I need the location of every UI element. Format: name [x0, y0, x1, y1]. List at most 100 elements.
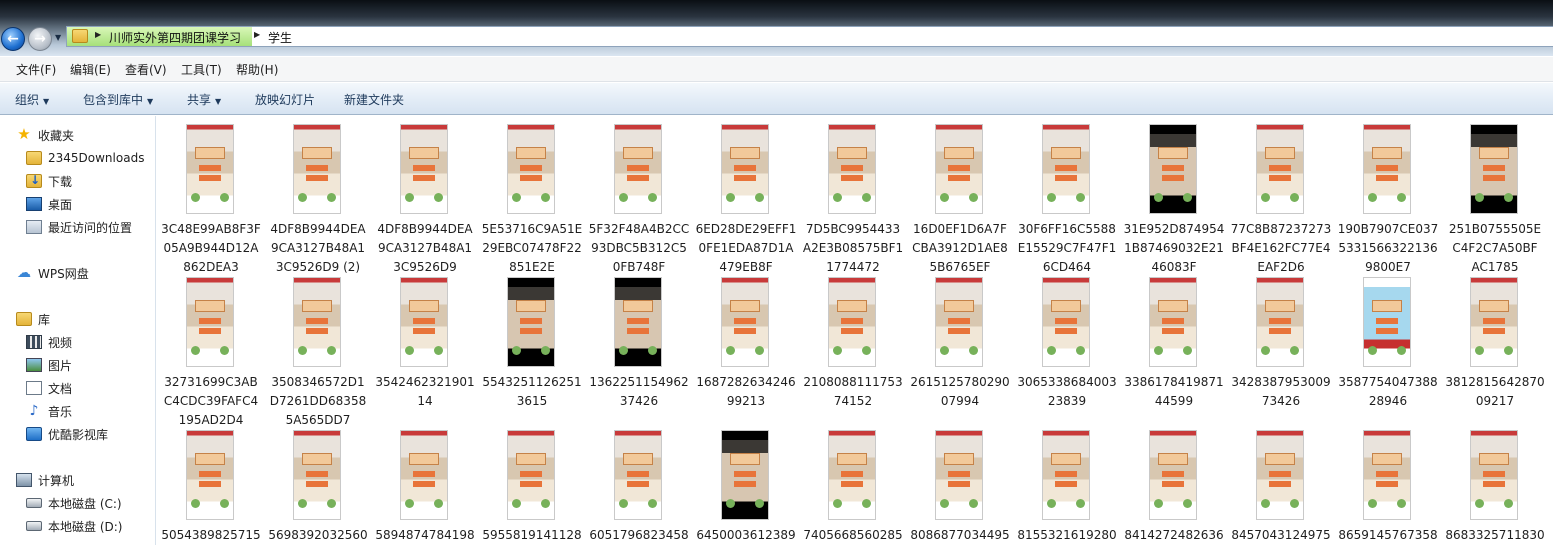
file-name[interactable]: 7405668560285 [799, 526, 907, 545]
file-item[interactable]: 32731699C3AB C4CDC39FAFC4 195AD2D4 [157, 269, 265, 427]
file-name[interactable]: 3542462321901 14 [371, 373, 479, 411]
image-thumbnail[interactable] [1363, 277, 1411, 367]
file-name[interactable]: 2108088111753 74152 [799, 373, 907, 411]
slideshow-button[interactable]: 放映幻灯片 [255, 91, 315, 108]
image-thumbnail[interactable] [1149, 430, 1197, 520]
image-thumbnail[interactable] [400, 430, 448, 520]
file-item[interactable]: 8457043124975 [1227, 422, 1335, 545]
nav-item-music[interactable]: ♪ 音乐 [26, 401, 72, 421]
image-thumbnail[interactable] [186, 124, 234, 214]
breadcrumb-item[interactable]: 学生 [268, 29, 292, 46]
image-thumbnail[interactable] [1149, 277, 1197, 367]
file-item[interactable]: 31E952D874954 1B87469032E21 46083F [1120, 116, 1228, 274]
image-thumbnail[interactable] [614, 277, 662, 367]
file-item[interactable]: 5698392032560 [264, 422, 372, 545]
file-name[interactable]: 1362251154962 37426 [585, 373, 693, 411]
chevron-right-icon[interactable]: ▶ [95, 30, 101, 39]
image-thumbnail[interactable] [400, 277, 448, 367]
file-item[interactable]: 3065338684003 23839 [1013, 269, 1121, 419]
file-item[interactable]: 1362251154962 37426 [585, 269, 693, 419]
file-item[interactable]: 6051796823458 [585, 422, 693, 545]
image-thumbnail[interactable] [1470, 277, 1518, 367]
image-thumbnail[interactable] [614, 124, 662, 214]
organize-button[interactable]: 组织 ▼ [15, 91, 49, 108]
image-thumbnail[interactable] [1256, 277, 1304, 367]
file-item[interactable]: 8683325711830 [1441, 422, 1549, 545]
nav-item-downloads[interactable]: 下载 [26, 171, 72, 191]
file-item[interactable]: 8414272482636 [1120, 422, 1228, 545]
chevron-right-icon[interactable]: ▶ [254, 30, 260, 39]
file-name[interactable]: 5698392032560 [264, 526, 372, 545]
file-item[interactable]: 3812815642870 09217 [1441, 269, 1549, 419]
image-thumbnail[interactable] [1256, 430, 1304, 520]
nav-item-videos[interactable]: 视频 [26, 332, 72, 352]
share-button[interactable]: 共享 ▼ [187, 91, 221, 108]
file-name[interactable]: 8457043124975 [1227, 526, 1335, 545]
file-item[interactable]: 3428387953009 73426 [1227, 269, 1335, 419]
file-item[interactable]: 3587754047388 28946 [1334, 269, 1442, 419]
file-item[interactable]: 5F32F48A4B2CC 93DBC5B312C5 0FB748F [585, 116, 693, 274]
image-thumbnail[interactable] [1042, 277, 1090, 367]
file-item[interactable]: 7405668560285 [799, 422, 907, 545]
nav-item-desktop[interactable]: 桌面 [26, 194, 72, 214]
file-name[interactable]: 3065338684003 23839 [1013, 373, 1121, 411]
nav-wps-cloud[interactable]: ☁ WPS网盘 [16, 263, 89, 283]
image-thumbnail[interactable] [721, 124, 769, 214]
image-thumbnail[interactable] [721, 430, 769, 520]
file-name[interactable]: 2615125780290 07994 [906, 373, 1014, 411]
file-item[interactable]: 251B0755505E C4F2C7A50BF AC1785 [1441, 116, 1549, 274]
file-item[interactable]: 4DF8B9944DEA 9CA3127B48A1 3C9526D9 (2) [264, 116, 372, 274]
file-name[interactable]: 3386178419871 44599 [1120, 373, 1228, 411]
file-item[interactable]: 6ED28DE29EFF1 0FE1EDA87D1A 479EB8F [692, 116, 800, 274]
recent-pages-dropdown[interactable]: ▼ [55, 33, 65, 45]
image-thumbnail[interactable] [1256, 124, 1304, 214]
file-item[interactable]: 190B7907CE037 5331566322136 9800E7 [1334, 116, 1442, 274]
file-name[interactable]: 8659145767358 [1334, 526, 1442, 545]
menu-view[interactable]: 查看(V) [125, 61, 167, 78]
nav-favorites[interactable]: ★ 收藏夹 [16, 125, 74, 145]
file-item[interactable]: 2108088111753 74152 [799, 269, 907, 419]
file-item[interactable]: 4DF8B9944DEA 9CA3127B48A1 3C9526D9 [371, 116, 479, 274]
file-item[interactable]: 16D0EF1D6A7F CBA3912D1AE8 5B6765EF [906, 116, 1014, 274]
new-folder-button[interactable]: 新建文件夹 [344, 91, 404, 108]
image-thumbnail[interactable] [293, 430, 341, 520]
file-item[interactable]: 8659145767358 [1334, 422, 1442, 545]
image-thumbnail[interactable] [828, 124, 876, 214]
image-thumbnail[interactable] [1470, 430, 1518, 520]
file-item[interactable]: 7D5BC9954433 A2E3B08575BF1 1774472 [799, 116, 907, 274]
nav-item-2345downloads[interactable]: 2345Downloads [26, 148, 144, 168]
nav-libraries[interactable]: 库 [16, 309, 50, 329]
menu-edit[interactable]: 编辑(E) [70, 61, 111, 78]
menu-file[interactable]: 文件(F) [16, 61, 56, 78]
image-thumbnail[interactable] [828, 277, 876, 367]
nav-item-pictures[interactable]: 图片 [26, 355, 72, 375]
file-item[interactable]: 5894874784198 [371, 422, 479, 545]
image-thumbnail[interactable] [293, 124, 341, 214]
image-thumbnail[interactable] [1042, 124, 1090, 214]
nav-item-drive-c[interactable]: 本地磁盘 (C:) [26, 493, 122, 513]
menu-tools[interactable]: 工具(T) [181, 61, 222, 78]
file-name[interactable]: 8086877034495 [906, 526, 1014, 545]
file-item[interactable]: 8086877034495 [906, 422, 1014, 545]
include-in-library-button[interactable]: 包含到库中 ▼ [83, 91, 153, 108]
file-item[interactable]: 1687282634246 99213 [692, 269, 800, 419]
image-thumbnail[interactable] [1042, 430, 1090, 520]
nav-item-youku[interactable]: 优酷影视库 [26, 424, 108, 444]
nav-item-drive-d[interactable]: 本地磁盘 (D:) [26, 516, 122, 536]
file-item[interactable]: 5543251126251 3615 [478, 269, 586, 419]
image-thumbnail[interactable] [507, 277, 555, 367]
image-thumbnail[interactable] [293, 277, 341, 367]
image-thumbnail[interactable] [828, 430, 876, 520]
image-thumbnail[interactable] [507, 124, 555, 214]
file-name[interactable]: 3587754047388 28946 [1334, 373, 1442, 411]
file-item[interactable]: 77C8B87237273 BF4E162FC77E4 EAF2D6 [1227, 116, 1335, 274]
file-name[interactable]: 3428387953009 73426 [1227, 373, 1335, 411]
file-name[interactable]: 5054389825715 [157, 526, 265, 545]
file-item[interactable]: 3508346572D1 D7261DD68358 5A565DD7 [264, 269, 372, 427]
file-item[interactable]: 2615125780290 07994 [906, 269, 1014, 419]
back-button[interactable]: ← [1, 27, 25, 51]
file-item[interactable]: 5054389825715 [157, 422, 265, 545]
image-thumbnail[interactable] [400, 124, 448, 214]
file-name[interactable]: 6450003612389 [692, 526, 800, 545]
image-thumbnail[interactable] [186, 277, 234, 367]
